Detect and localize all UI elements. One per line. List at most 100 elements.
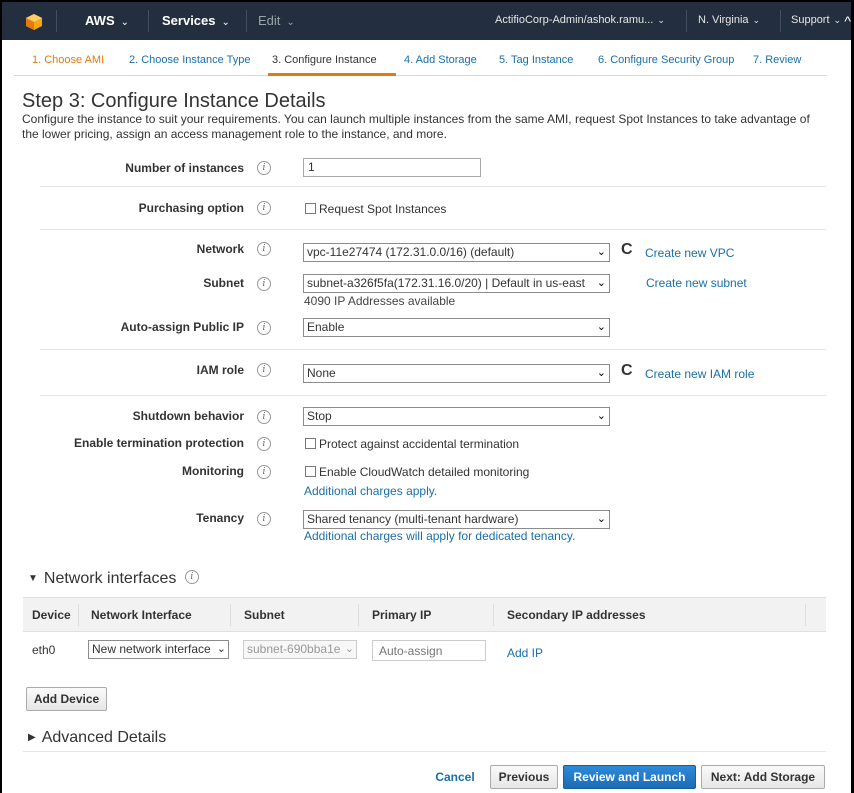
- network-interface-select[interactable]: New network interface ⌄: [88, 640, 229, 659]
- termination-label: Enable termination protection: [73, 436, 244, 450]
- column-separator: [805, 604, 806, 626]
- chevron-down-icon: ⌄: [120, 17, 130, 28]
- create-new-vpc-link[interactable]: Create new VPC: [645, 246, 734, 260]
- shutdown-behavior-select[interactable]: Stop ⌄: [303, 407, 610, 426]
- support-menu-label: Support: [791, 14, 830, 26]
- iam-role-select-value: None: [307, 366, 336, 380]
- subnet-ip-availability: 4090 IP Addresses available: [304, 294, 456, 308]
- separator: [148, 10, 149, 32]
- tenancy-charges-link[interactable]: Additional charges will apply for dedica…: [304, 529, 575, 543]
- step-tag-instance[interactable]: 5. Tag Instance: [499, 54, 573, 66]
- iam-role-select[interactable]: None ⌄: [303, 364, 610, 383]
- separator: [686, 10, 687, 32]
- chevron-down-icon: ⌄: [214, 642, 226, 657]
- network-interfaces-title: Network interfaces: [43, 570, 177, 587]
- cloudwatch-monitoring-checkbox[interactable]: [305, 466, 316, 477]
- termination-protection-option[interactable]: Protect against accidental termination: [305, 437, 519, 451]
- request-spot-checkbox[interactable]: [305, 203, 316, 214]
- step-review[interactable]: 7. Review: [753, 54, 801, 66]
- step-choose-instance-type[interactable]: 2. Choose Instance Type: [129, 54, 251, 66]
- divider: [23, 751, 826, 752]
- info-icon[interactable]: i: [257, 512, 271, 526]
- cloudwatch-monitoring-option[interactable]: Enable CloudWatch detailed monitoring: [305, 465, 529, 479]
- separator: [780, 10, 781, 32]
- account-menu-label: ActifioCorp-Admin/ashok.ramu...: [495, 14, 654, 26]
- edit-menu-label: Edit: [258, 13, 281, 28]
- divider: [40, 186, 826, 187]
- chevron-down-icon: ⌄: [596, 367, 606, 379]
- wizard-steps: 1. Choose AMI 2. Choose Instance Type 3.…: [14, 54, 827, 76]
- subnet-label: Subnet: [203, 276, 244, 290]
- chevron-down-icon: ⌄: [833, 15, 842, 25]
- device-cell: eth0: [32, 643, 56, 657]
- info-icon[interactable]: i: [257, 242, 271, 256]
- info-icon[interactable]: i: [257, 410, 271, 424]
- network-select-value: vpc-11e27474 (172.31.0.0/16) (default): [307, 245, 515, 259]
- region-menu[interactable]: N. Virginia ⌄: [698, 14, 760, 26]
- step-configure-instance[interactable]: 3. Configure Instance: [272, 54, 377, 66]
- divider: [40, 395, 826, 396]
- info-icon[interactable]: i: [257, 437, 271, 451]
- public-ip-select-value: Enable: [307, 320, 345, 334]
- add-device-button[interactable]: Add Device: [26, 687, 107, 711]
- info-icon[interactable]: i: [257, 465, 271, 479]
- monitoring-charges-link[interactable]: Additional charges apply.: [304, 484, 437, 498]
- services-menu[interactable]: Services ⌄: [162, 13, 230, 28]
- separator: [246, 10, 247, 32]
- refresh-icon[interactable]: C: [621, 362, 633, 380]
- info-icon[interactable]: i: [257, 363, 271, 377]
- previous-button[interactable]: Previous: [490, 765, 558, 789]
- info-icon[interactable]: i: [257, 201, 271, 215]
- region-menu-label: N. Virginia: [698, 14, 749, 26]
- collapse-triangle-icon: ▼: [28, 573, 38, 584]
- cancel-button[interactable]: Cancel: [430, 766, 480, 790]
- step-configure-security-group[interactable]: 6. Configure Security Group: [598, 54, 734, 66]
- info-icon[interactable]: i: [257, 161, 271, 175]
- info-icon[interactable]: i: [257, 321, 271, 335]
- request-spot-label: Request Spot Instances: [319, 202, 447, 216]
- divider: [40, 229, 826, 230]
- network-interfaces-table-header: Device Network Interface Subnet Primary …: [23, 597, 826, 632]
- aws-menu[interactable]: AWS ⌄: [85, 13, 129, 28]
- column-header-primary-ip: Primary IP: [372, 608, 432, 622]
- network-interfaces-toggle[interactable]: ▼ Network interfaces i: [28, 569, 199, 588]
- scroll-up-chevron-icon[interactable]: ^: [844, 13, 851, 29]
- refresh-icon[interactable]: C: [621, 241, 633, 259]
- subnet-select-value: subnet-a326f5fa(172.31.16.0/20) | Defaul…: [307, 276, 585, 290]
- column-separator: [358, 604, 359, 626]
- chevron-down-icon: ⌄: [286, 17, 295, 28]
- chevron-down-icon: ⌄: [657, 15, 665, 25]
- tenancy-select[interactable]: Shared tenancy (multi-tenant hardware) ⌄: [303, 510, 610, 529]
- instances-label: Number of instances: [125, 161, 244, 175]
- step-add-storage[interactable]: 4. Add Storage: [404, 54, 477, 66]
- shutdown-label: Shutdown behavior: [132, 409, 244, 423]
- aws-cube-logo-icon[interactable]: [25, 13, 43, 31]
- subnet-select[interactable]: subnet-a326f5fa(172.31.16.0/20) | Defaul…: [303, 274, 610, 293]
- info-icon[interactable]: i: [184, 569, 199, 584]
- create-new-iam-role-link[interactable]: Create new IAM role: [645, 367, 754, 381]
- request-spot-instances-option[interactable]: Request Spot Instances: [305, 202, 446, 216]
- chevron-down-icon: ⌄: [596, 277, 606, 289]
- next-add-storage-button[interactable]: Next: Add Storage: [701, 765, 825, 789]
- primary-ip-input[interactable]: [372, 640, 486, 661]
- page-title: Step 3: Configure Instance Details: [22, 90, 326, 112]
- add-ip-link[interactable]: Add IP: [507, 646, 543, 660]
- aws-top-bar: AWS ⌄ Services ⌄ Edit ⌄ ActifioCorp-Admin/a…: [2, 2, 851, 40]
- create-new-subnet-link[interactable]: Create new subnet: [646, 276, 747, 290]
- info-icon[interactable]: i: [257, 277, 271, 291]
- public-ip-label: Auto-assign Public IP: [120, 320, 244, 334]
- step-choose-ami[interactable]: 1. Choose AMI: [32, 54, 104, 66]
- review-and-launch-button[interactable]: Review and Launch: [563, 765, 696, 789]
- expand-triangle-icon: ▶: [28, 732, 36, 743]
- auto-assign-public-ip-select[interactable]: Enable ⌄: [303, 318, 610, 337]
- edit-menu[interactable]: Edit ⌄: [258, 13, 295, 28]
- support-menu[interactable]: Support ⌄: [791, 14, 841, 26]
- advanced-details-toggle[interactable]: ▶ Advanced Details: [28, 729, 166, 747]
- account-menu[interactable]: ActifioCorp-Admin/ashok.ramu... ⌄: [495, 14, 665, 26]
- termination-protection-checkbox[interactable]: [305, 438, 316, 449]
- network-select[interactable]: vpc-11e27474 (172.31.0.0/16) (default) ⌄: [303, 243, 610, 262]
- network-interface-select-value: New network interface: [92, 642, 211, 656]
- column-header-network-interface: Network Interface: [91, 608, 192, 622]
- shutdown-select-value: Stop: [307, 409, 332, 423]
- number-of-instances-input[interactable]: 1: [303, 158, 481, 177]
